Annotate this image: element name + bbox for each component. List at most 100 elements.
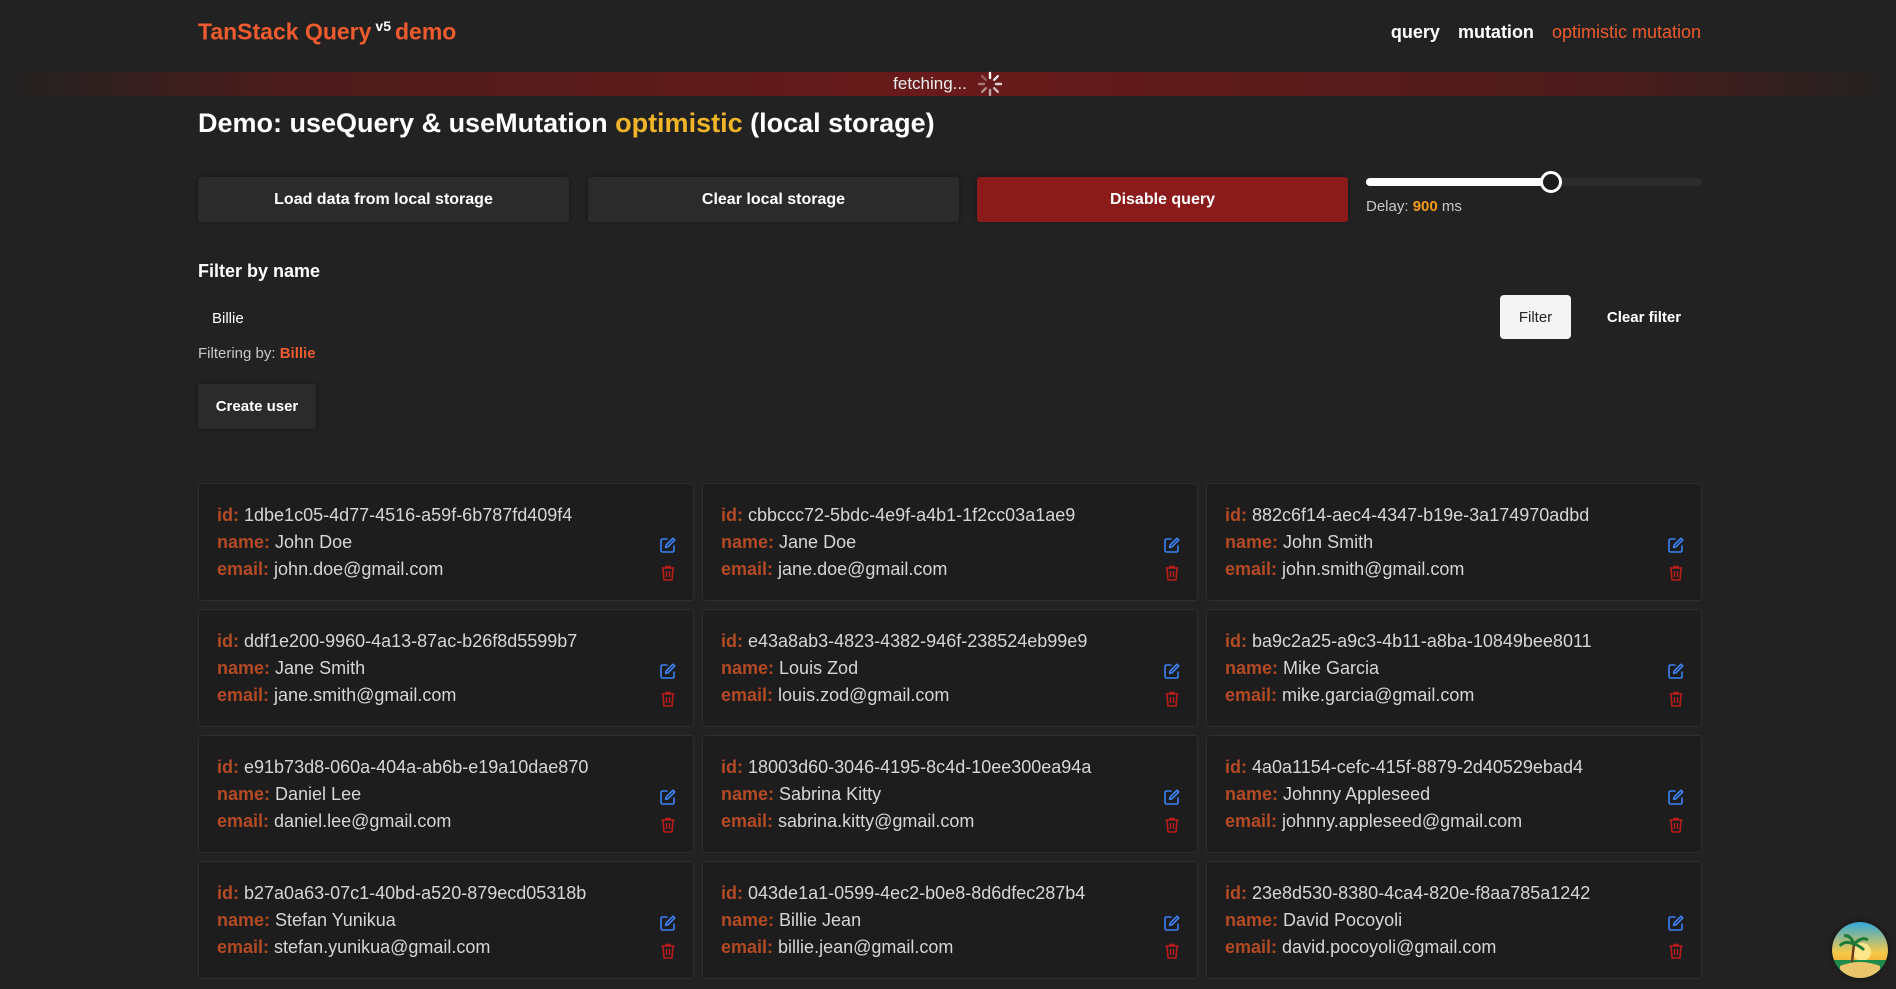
user-id: 23e8d530-8380-4ca4-820e-f8aa785a1242: [1252, 883, 1591, 903]
name-label: name:: [217, 532, 271, 552]
user-id-row: id: 882c6f14-aec4-4347-b19e-3a174970adbd: [1225, 502, 1683, 529]
user-name-row: name: Mike Garcia: [1225, 655, 1683, 682]
name-label: name:: [721, 658, 775, 678]
create-user-button[interactable]: Create user: [198, 384, 316, 429]
user-name: John Doe: [275, 532, 353, 552]
trash-icon[interactable]: [1668, 690, 1684, 708]
user-name-row: name: Billie Jean: [721, 907, 1179, 934]
edit-icon[interactable]: [659, 662, 677, 680]
user-email-row: email: david.pocoyoli@gmail.com: [1225, 934, 1683, 961]
delay-readout: Delay: 900 ms: [1366, 198, 1462, 215]
edit-icon[interactable]: [1163, 788, 1181, 806]
name-label: name:: [1225, 658, 1279, 678]
load-local-storage-button[interactable]: Load data from local storage: [198, 177, 569, 222]
id-label: id:: [217, 757, 239, 777]
name-label: name:: [1225, 784, 1279, 804]
tanstack-logo-icon: [1832, 922, 1888, 978]
devtools-toggle-logo[interactable]: [1832, 922, 1888, 978]
delay-slider[interactable]: [1366, 171, 1702, 193]
email-label: email:: [217, 811, 270, 831]
user-id-row: id: e43a8ab3-4823-4382-946f-238524eb99e9: [721, 628, 1179, 655]
trash-icon[interactable]: [660, 564, 676, 582]
filtering-status-label: Filtering by:: [198, 345, 276, 362]
user-card: id: 4a0a1154-cefc-415f-8879-2d40529ebad4…: [1206, 735, 1702, 853]
user-name: David Pocoyoli: [1283, 910, 1403, 930]
delay-value: 900: [1412, 198, 1438, 215]
user-name-row: name: Sabrina Kitty: [721, 781, 1179, 808]
user-name-row: name: Jane Smith: [217, 655, 675, 682]
edit-icon[interactable]: [1163, 536, 1181, 554]
user-id: 18003d60-3046-4195-8c4d-10ee300ea94a: [748, 757, 1092, 777]
user-email-row: email: mike.garcia@gmail.com: [1225, 682, 1683, 709]
delay-slider-fill: [1366, 178, 1551, 186]
user-id: e43a8ab3-4823-4382-946f-238524eb99e9: [748, 631, 1088, 651]
trash-icon[interactable]: [660, 816, 676, 834]
user-email: jane.smith@gmail.com: [274, 685, 457, 705]
user-name-row: name: David Pocoyoli: [1225, 907, 1683, 934]
title-suffix: (local storage): [750, 108, 935, 138]
user-email-row: email: john.smith@gmail.com: [1225, 556, 1683, 583]
fetching-banner: fetching...: [0, 71, 1896, 97]
filter-name-input[interactable]: [198, 302, 1478, 334]
edit-icon[interactable]: [1667, 914, 1685, 932]
filtering-status-value: Billie: [279, 345, 316, 362]
name-label: name:: [721, 532, 775, 552]
user-email: johnny.appleseed@gmail.com: [1282, 811, 1523, 831]
filter-label: Filter by name: [198, 261, 321, 281]
user-name: Jane Doe: [779, 532, 857, 552]
edit-icon[interactable]: [659, 536, 677, 554]
trash-icon[interactable]: [1668, 564, 1684, 582]
edit-icon[interactable]: [1667, 536, 1685, 554]
user-card: id: ddf1e200-9960-4a13-87ac-b26f8d5599b7…: [198, 609, 694, 727]
trash-icon[interactable]: [1668, 816, 1684, 834]
nav-link-optimistic-mutation[interactable]: optimistic mutation: [1552, 22, 1701, 43]
disable-query-button[interactable]: Disable query: [977, 177, 1348, 222]
delay-label: Delay:: [1366, 198, 1409, 215]
trash-icon[interactable]: [1164, 816, 1180, 834]
email-label: email:: [721, 811, 774, 831]
edit-icon[interactable]: [1163, 914, 1181, 932]
user-card: id: cbbccc72-5bdc-4e9f-a4b1-1f2cc03a1ae9…: [702, 483, 1198, 601]
edit-icon[interactable]: [659, 914, 677, 932]
nav-link-mutation[interactable]: mutation: [1458, 22, 1534, 43]
title-prefix: Demo: useQuery & useMutation: [198, 108, 608, 138]
clear-local-storage-button[interactable]: Clear local storage: [588, 177, 959, 222]
user-email: jane.doe@gmail.com: [778, 559, 948, 579]
user-id-row: id: ba9c2a25-a9c3-4b11-a8ba-10849bee8011: [1225, 628, 1683, 655]
user-name-row: name: Daniel Lee: [217, 781, 675, 808]
edit-icon[interactable]: [1667, 662, 1685, 680]
trash-icon[interactable]: [1668, 942, 1684, 960]
user-id: b27a0a63-07c1-40bd-a520-879ecd05318b: [244, 883, 587, 903]
nav-link-query[interactable]: query: [1391, 22, 1440, 43]
user-id: 882c6f14-aec4-4347-b19e-3a174970adbd: [1252, 505, 1590, 525]
user-name-row: name: Johnny Appleseed: [1225, 781, 1683, 808]
edit-icon[interactable]: [659, 788, 677, 806]
brand-suffix: demo: [395, 18, 457, 45]
filter-button[interactable]: Filter: [1500, 295, 1571, 339]
user-name: John Smith: [1283, 532, 1374, 552]
user-id: ddf1e200-9960-4a13-87ac-b26f8d5599b7: [244, 631, 578, 651]
trash-icon[interactable]: [1164, 942, 1180, 960]
trash-icon[interactable]: [1164, 564, 1180, 582]
edit-icon[interactable]: [1667, 788, 1685, 806]
brand-name: TanStack Query: [198, 18, 372, 45]
edit-icon[interactable]: [1163, 662, 1181, 680]
clear-filter-button[interactable]: Clear filter: [1594, 295, 1694, 339]
brand-logo[interactable]: TanStack Query v5 demo: [198, 18, 456, 46]
delay-slider-thumb[interactable]: [1539, 171, 1562, 193]
email-label: email:: [721, 685, 774, 705]
user-name: Billie Jean: [779, 910, 862, 930]
email-label: email:: [721, 937, 774, 957]
id-label: id:: [721, 757, 743, 777]
brand-version: v5: [375, 18, 391, 34]
trash-icon[interactable]: [660, 942, 676, 960]
trash-icon[interactable]: [1164, 690, 1180, 708]
id-label: id:: [1225, 505, 1247, 525]
name-label: name:: [721, 784, 775, 804]
user-id-row: id: e91b73d8-060a-404a-ab6b-e19a10dae870: [217, 754, 675, 781]
user-id: 043de1a1-0599-4ec2-b0e8-8d6dfec287b4: [748, 883, 1086, 903]
user-card: id: 1dbe1c05-4d77-4516-a59f-6b787fd409f4…: [198, 483, 694, 601]
user-card-grid: id: 1dbe1c05-4d77-4516-a59f-6b787fd409f4…: [198, 483, 1702, 979]
trash-icon[interactable]: [660, 690, 676, 708]
user-card: id: e91b73d8-060a-404a-ab6b-e19a10dae870…: [198, 735, 694, 853]
